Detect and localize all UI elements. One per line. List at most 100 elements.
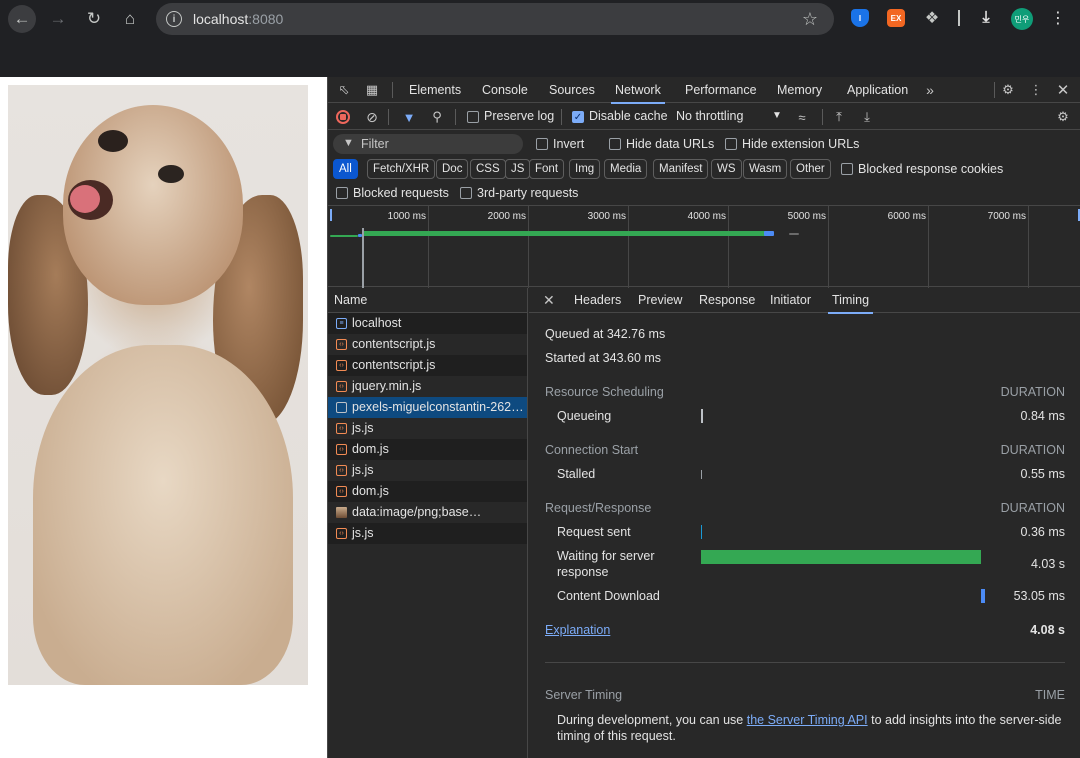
filter-chip-js[interactable]: JS (505, 159, 531, 179)
resource-scheduling-heading: Resource Scheduling (545, 385, 664, 399)
filter-input[interactable]: ▼ Filter (333, 134, 523, 154)
stalled-label: Stalled (557, 467, 596, 481)
bookmark-star-icon[interactable]: ☆ (802, 9, 818, 30)
content-download-bar (981, 589, 985, 603)
request-row[interactable]: ‹› jquery.min.js (328, 376, 527, 397)
blocked-requests-checkbox[interactable] (336, 187, 348, 199)
preserve-log-checkbox[interactable] (467, 111, 479, 123)
explanation-link[interactable]: Explanation (545, 623, 610, 637)
reload-icon: ↻ (86, 9, 102, 28)
filter-chip-ws[interactable]: WS (711, 159, 742, 179)
devtools-menu-icon[interactable]: ⋮ (1028, 82, 1044, 98)
network-settings-gear-icon[interactable]: ⚙ (1055, 109, 1071, 125)
hide-data-urls-checkbox[interactable] (609, 138, 621, 150)
tab-performance[interactable]: Performance (681, 77, 761, 103)
extensions-puzzle-icon[interactable]: ❖ (923, 9, 941, 27)
tab-console[interactable]: Console (478, 77, 532, 103)
import-har-upload-icon[interactable]: ⤒ (831, 109, 847, 125)
timeline-request-bar (789, 233, 799, 235)
third-party-requests-checkbox[interactable] (460, 187, 472, 199)
detail-tab-response[interactable]: Response (695, 288, 759, 313)
inspect-element-icon[interactable]: ⬁ (336, 82, 352, 98)
waiting-label-line1: Waiting for server (557, 549, 655, 563)
chrome-menu-icon[interactable]: ⋮ (1050, 8, 1066, 28)
filter-chip-fetch-xhr[interactable]: Fetch/XHR (367, 159, 436, 179)
detail-tab-timing[interactable]: Timing (828, 288, 874, 314)
back-button[interactable]: ← (8, 5, 36, 33)
ex-extension-icon[interactable]: EX (887, 9, 905, 27)
stop-recording-button[interactable] (336, 110, 350, 124)
request-row[interactable]: ‹› js.js (328, 418, 527, 439)
network-conditions-wifi-icon[interactable]: ≈ (794, 109, 810, 125)
filter-funnel-icon[interactable]: ▼ (401, 109, 417, 125)
tab-application[interactable]: Application (843, 77, 912, 103)
tab-sources[interactable]: Sources (545, 77, 599, 103)
throttling-dropdown-caret-icon[interactable]: ▼ (772, 110, 782, 121)
password-manager-extension-icon[interactable]: I (851, 9, 869, 27)
throttling-select[interactable]: No throttling (676, 109, 743, 123)
forward-button[interactable]: → (44, 5, 72, 33)
filter-chip-doc[interactable]: Doc (436, 159, 469, 179)
request-row[interactable]: pexels-miguelconstantin-262… (328, 397, 527, 418)
clear-icon[interactable]: ⊘ (364, 109, 380, 125)
request-row[interactable]: ‹› contentscript.js (328, 355, 527, 376)
queueing-duration: 0.84 ms (1020, 409, 1065, 423)
request-row[interactable]: ‹› js.js (328, 523, 527, 544)
network-overview-timeline[interactable]: 1000 ms 2000 ms 3000 ms 4000 ms 5000 ms … (328, 205, 1080, 288)
address-bar[interactable]: i localhost:8080 ☆ (156, 3, 834, 35)
request-row[interactable]: ‹› js.js (328, 460, 527, 481)
tab-network[interactable]: Network (611, 77, 665, 104)
dog-photo (8, 85, 308, 685)
filter-chip-font[interactable]: Font (529, 159, 565, 179)
download-icon[interactable]: ⤓ (977, 9, 995, 27)
hide-extension-urls-checkbox[interactable] (725, 138, 737, 150)
request-row[interactable]: ≡ localhost (328, 313, 527, 334)
request-list: Name ≡ localhost ‹› contentscript.js ‹› conte… (328, 288, 528, 758)
filter-chip-img[interactable]: Img (569, 159, 601, 179)
content-download-label: Content Download (557, 589, 660, 603)
request-row[interactable]: ‹› dom.js (328, 439, 527, 460)
blocked-response-cookies-checkbox[interactable] (841, 163, 853, 175)
request-row[interactable]: data:image/png;base… (328, 502, 527, 523)
tab-memory[interactable]: Memory (773, 77, 826, 103)
close-detail-icon[interactable]: ✕ (543, 292, 555, 309)
waiting-label-line2: response (557, 565, 609, 579)
filter-chip-all[interactable]: All (333, 159, 358, 179)
filter-placeholder: Filter (361, 137, 389, 151)
search-icon[interactable]: ⚲ (429, 109, 445, 125)
settings-gear-icon[interactable]: ⚙ (1000, 82, 1016, 98)
timeline-tick-label: 2000 ms (487, 211, 526, 222)
page-viewport (0, 77, 327, 758)
filter-chip-wasm[interactable]: Wasm (743, 159, 788, 179)
profile-avatar[interactable]: 민우 (1011, 8, 1033, 30)
filter-chip-manifest[interactable]: Manifest (653, 159, 709, 179)
filter-chip-css[interactable]: CSS (470, 159, 506, 179)
close-devtools-icon[interactable]: ✕ (1055, 82, 1071, 99)
devtools-panel: ⬁ ▦ Elements Console Sources Network Per… (327, 77, 1080, 758)
detail-tab-preview[interactable]: Preview (634, 288, 686, 313)
more-tabs-chevron-icon[interactable]: » (922, 82, 938, 98)
network-toolbar: ⊘ ▼ ⚲ Preserve log ✓ Disable cache No th… (328, 104, 1080, 130)
queueing-label: Queueing (557, 409, 612, 423)
device-toolbar-icon[interactable]: ▦ (364, 82, 380, 98)
home-button[interactable]: ⌂ (116, 5, 144, 33)
reload-button[interactable]: ↻ (80, 5, 108, 33)
disable-cache-checkbox[interactable]: ✓ (572, 111, 584, 123)
request-row[interactable]: ‹› dom.js (328, 481, 527, 502)
detail-tab-headers[interactable]: Headers (570, 288, 625, 313)
column-header-name[interactable]: Name (328, 288, 527, 313)
tab-elements[interactable]: Elements (405, 77, 465, 103)
timeline-left-handle[interactable] (330, 209, 332, 221)
site-info-icon[interactable]: i (166, 11, 182, 27)
server-timing-api-link[interactable]: the Server Timing API (747, 713, 868, 727)
home-icon: ⌂ (124, 9, 136, 28)
invert-checkbox[interactable] (536, 138, 548, 150)
request-row[interactable]: ‹› contentscript.js (328, 334, 527, 355)
duration-header: DURATION (1000, 385, 1065, 399)
filter-chip-other[interactable]: Other (790, 159, 831, 179)
filter-chip-media[interactable]: Media (604, 159, 648, 179)
url-text[interactable]: localhost:8080 (193, 11, 283, 27)
export-har-download-icon[interactable]: ⤓ (859, 109, 875, 125)
detail-tab-initiator[interactable]: Initiator (766, 288, 815, 313)
filter-icon: ▼ (343, 137, 354, 149)
